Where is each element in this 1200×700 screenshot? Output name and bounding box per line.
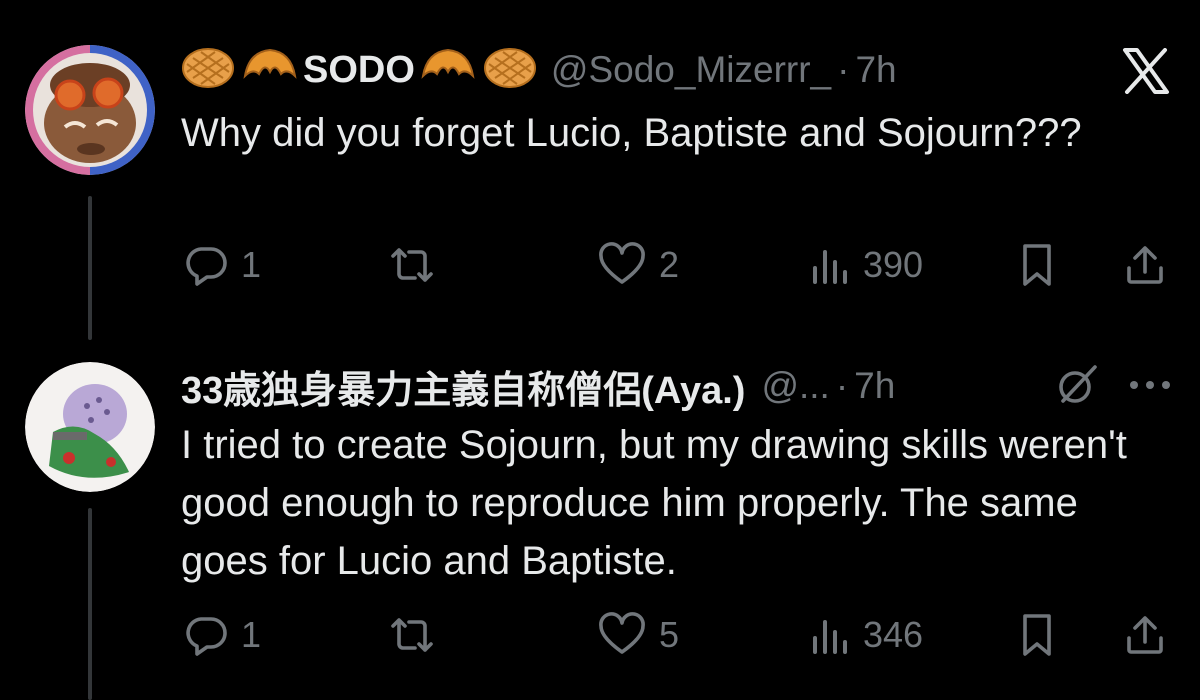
bookmark-button[interactable]	[1017, 605, 1057, 665]
reply-count: 1	[241, 244, 262, 285]
views-button[interactable]: 346	[809, 605, 923, 665]
tweet-text: I tried to create Sojourn, but my drawin…	[181, 423, 1127, 583]
croissant-icon	[241, 46, 299, 94]
views-count: 390	[863, 244, 924, 285]
views-button[interactable]: 390	[809, 235, 923, 295]
bookmark-button[interactable]	[1017, 235, 1057, 295]
bookmark-icon	[1017, 242, 1057, 288]
action-bar: 1 2 390	[181, 235, 1171, 295]
timestamp[interactable]: 7h	[854, 365, 895, 407]
waffle-icon	[483, 46, 537, 94]
heart-icon	[597, 242, 647, 288]
reply-button[interactable]: 1	[183, 605, 261, 665]
bookmark-icon	[1017, 612, 1057, 658]
avatar-aya[interactable]	[25, 362, 155, 492]
tweet-header: 33歳独身暴力主義自称僧侶(Aya.) @... · 7h	[181, 356, 1170, 416]
reply-count: 1	[241, 614, 262, 655]
avatar-aya-image	[25, 362, 155, 492]
thread-connector-line	[88, 508, 92, 700]
retweet-button[interactable]	[385, 235, 451, 295]
reply-tweet-sodo[interactable]: SODO @Sodo_Mizerrr_ · 7h Why did you for…	[0, 0, 1200, 340]
views-chart-icon	[809, 612, 851, 658]
reply-icon	[183, 242, 229, 288]
like-button[interactable]: 5	[597, 605, 679, 665]
handle[interactable]: @...	[761, 365, 829, 407]
x-logo-icon[interactable]	[1118, 44, 1174, 98]
like-button[interactable]: 2	[597, 235, 679, 295]
tweet-text: Why did you forget Lucio, Baptiste and S…	[181, 111, 1082, 155]
share-icon	[1123, 242, 1167, 288]
handle[interactable]: @Sodo_Mizerrr_	[551, 49, 831, 91]
share-button[interactable]	[1123, 235, 1167, 295]
retweet-button[interactable]	[385, 605, 451, 665]
timestamp[interactable]: 7h	[855, 49, 896, 91]
display-name[interactable]: 33歳独身暴力主義自称僧侶(Aya.)	[181, 359, 745, 414]
thread-connector-line	[88, 196, 92, 340]
reply-icon	[183, 612, 229, 658]
separator-dot: ·	[837, 49, 850, 90]
avatar-sodo-image	[25, 45, 155, 175]
action-bar: 1 5 346	[181, 605, 1171, 665]
views-chart-icon	[809, 242, 851, 288]
retweet-icon	[385, 612, 439, 658]
like-count: 2	[659, 244, 680, 285]
waffle-icon	[181, 46, 235, 94]
reply-button[interactable]: 1	[183, 235, 261, 295]
like-count: 5	[659, 614, 680, 655]
croissant-icon	[419, 46, 477, 94]
separator-dot: ·	[835, 365, 849, 406]
views-count: 346	[863, 614, 924, 655]
reply-tweet-aya[interactable]: 33歳独身暴力主義自称僧侶(Aya.) @... · 7h I tried to…	[0, 340, 1200, 700]
display-name[interactable]: SODO	[303, 49, 415, 92]
tweet-header: SODO @Sodo_Mizerrr_ · 7h	[181, 40, 1170, 100]
share-button[interactable]	[1123, 605, 1167, 665]
more-options-icon[interactable]	[1126, 362, 1174, 408]
retweet-icon	[385, 242, 439, 288]
heart-icon	[597, 612, 647, 658]
share-icon	[1123, 612, 1167, 658]
grok-icon[interactable]	[1052, 360, 1102, 410]
avatar-sodo[interactable]	[25, 45, 155, 175]
